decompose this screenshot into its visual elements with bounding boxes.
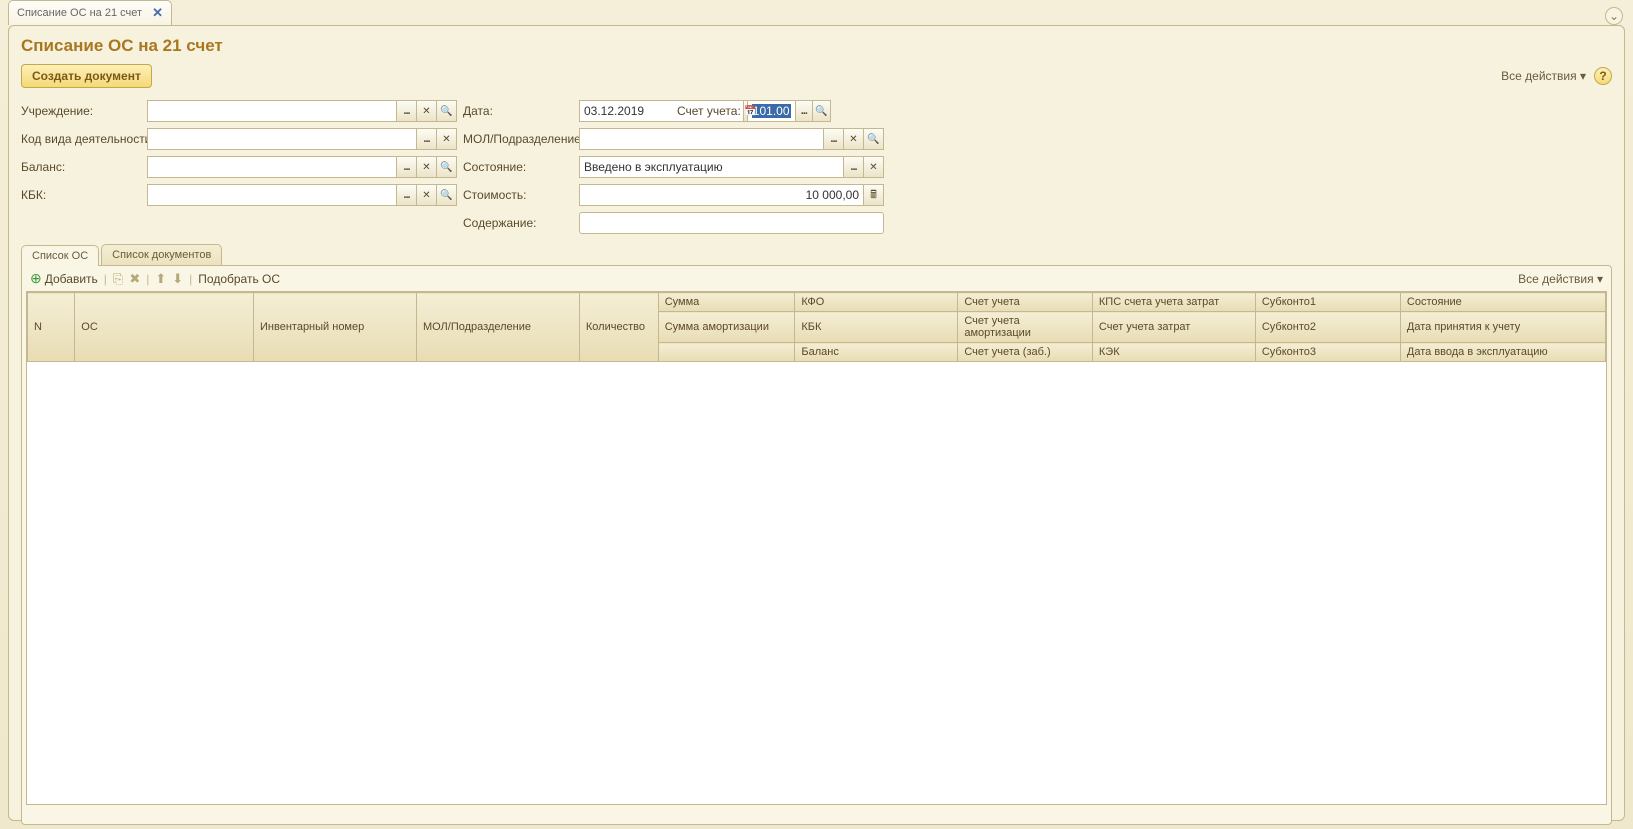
search-icon[interactable] xyxy=(437,100,457,122)
os-grid-table[interactable]: N ОС Инвентарный номер МОЛ/Подразделение… xyxy=(27,292,1606,362)
search-icon[interactable] xyxy=(437,156,457,178)
label-kbk: КБК: xyxy=(21,188,141,202)
col-account[interactable]: Счет учета xyxy=(958,293,1093,312)
chevron-down-icon: ▾ xyxy=(1580,69,1586,83)
grid-all-actions-menu[interactable]: Все действия ▾ xyxy=(1518,272,1603,286)
cost-input[interactable] xyxy=(579,184,864,206)
label-activity: Код вида деятельности: xyxy=(21,132,141,146)
col-date-exploit[interactable]: Дата ввода в эксплуатацию xyxy=(1400,343,1605,362)
mol-field[interactable] xyxy=(579,128,884,150)
all-actions-menu[interactable]: Все действия ▾ xyxy=(1501,69,1586,83)
col-n[interactable]: N xyxy=(28,293,75,362)
move-down-button[interactable]: ⬇ xyxy=(172,271,183,287)
state-field[interactable] xyxy=(579,156,884,178)
clear-icon[interactable] xyxy=(417,184,437,206)
ellipsis-icon[interactable] xyxy=(796,100,814,122)
col-kek[interactable]: КЭК xyxy=(1092,343,1255,362)
delete-button[interactable]: ✖ xyxy=(129,271,140,287)
calculator-icon[interactable] xyxy=(864,184,884,206)
help-button[interactable]: ? xyxy=(1594,67,1612,85)
move-up-button[interactable]: ⬆ xyxy=(155,271,166,287)
label-mol: МОЛ/Подразделение: xyxy=(463,132,573,146)
date-field[interactable] xyxy=(579,100,671,122)
col-account-zab[interactable]: Счет учета (заб.) xyxy=(958,343,1093,362)
window-tab[interactable]: Списание ОС на 21 счет ✕ xyxy=(8,0,172,25)
label-balance: Баланс: xyxy=(21,160,141,174)
ellipsis-icon[interactable] xyxy=(397,100,417,122)
col-sum[interactable]: Сумма xyxy=(658,293,795,312)
ellipsis-icon[interactable] xyxy=(397,184,417,206)
col-account-amort[interactable]: Счет учета амортизации xyxy=(958,312,1093,343)
col-sum-amort[interactable]: Сумма амортизации xyxy=(658,312,795,343)
clear-icon[interactable] xyxy=(844,128,864,150)
label-account: Счет учета: xyxy=(677,104,741,118)
col-qty[interactable]: Количество xyxy=(579,293,658,362)
tab-doc-list[interactable]: Список документов xyxy=(101,244,222,265)
plus-icon: ⊕ xyxy=(30,270,42,287)
close-icon[interactable]: ✕ xyxy=(152,5,163,21)
ellipsis-icon[interactable] xyxy=(417,128,437,150)
col-date-accept[interactable]: Дата принятия к учету xyxy=(1400,312,1605,343)
page-panel: Списание ОС на 21 счет Создать документ … xyxy=(8,25,1625,821)
tab-title: Списание ОС на 21 счет xyxy=(17,7,142,19)
content-input[interactable] xyxy=(579,212,884,234)
search-icon[interactable] xyxy=(864,128,884,150)
clear-icon[interactable] xyxy=(417,156,437,178)
ellipsis-icon[interactable] xyxy=(397,156,417,178)
ellipsis-icon[interactable] xyxy=(844,156,864,178)
label-cost: Стоимость: xyxy=(463,188,573,202)
col-os[interactable]: ОС xyxy=(75,293,254,362)
col-kps[interactable]: КПС счета учета затрат xyxy=(1092,293,1255,312)
label-content: Содержание: xyxy=(463,216,573,230)
search-icon[interactable] xyxy=(813,100,831,122)
col-sub1[interactable]: Субконто1 xyxy=(1255,293,1400,312)
kbk-input[interactable] xyxy=(147,184,397,206)
chevron-down-icon: ▾ xyxy=(1597,272,1603,286)
col-account-cost[interactable]: Счет учета затрат xyxy=(1092,312,1255,343)
clear-icon[interactable] xyxy=(864,156,884,178)
org-input[interactable] xyxy=(147,100,397,122)
clear-icon[interactable] xyxy=(437,128,457,150)
search-icon[interactable] xyxy=(437,184,457,206)
col-kfo[interactable]: КФО xyxy=(795,293,958,312)
create-document-button[interactable]: Создать документ xyxy=(21,64,152,88)
col-sub3[interactable]: Субконто3 xyxy=(1255,343,1400,362)
grid-panel: ⊕ Добавить | ⎘ ✖ | ⬆ ⬇ | Подобрать ОС Вс… xyxy=(21,265,1612,825)
clear-icon[interactable] xyxy=(417,100,437,122)
org-field[interactable] xyxy=(147,100,457,122)
col-inv[interactable]: Инвентарный номер xyxy=(254,293,417,362)
mol-input[interactable] xyxy=(579,128,824,150)
add-button[interactable]: ⊕ Добавить xyxy=(30,270,98,287)
activity-field[interactable] xyxy=(147,128,457,150)
ellipsis-icon[interactable] xyxy=(824,128,844,150)
activity-input[interactable] xyxy=(147,128,417,150)
col-empty xyxy=(658,343,795,362)
label-org: Учреждение: xyxy=(21,104,141,118)
content-field[interactable] xyxy=(579,212,884,234)
copy-button[interactable]: ⎘ xyxy=(113,271,123,287)
balance-field[interactable] xyxy=(147,156,457,178)
account-field[interactable]: 101.00 xyxy=(747,100,831,122)
col-balance[interactable]: Баланс xyxy=(795,343,958,362)
chevron-down-icon[interactable]: ⌄ xyxy=(1605,7,1623,25)
kbk-field[interactable] xyxy=(147,184,457,206)
label-date: Дата: xyxy=(463,104,573,118)
label-state: Состояние: xyxy=(463,160,573,174)
tab-os-list[interactable]: Список ОС xyxy=(21,245,99,266)
col-state[interactable]: Состояние xyxy=(1400,293,1605,312)
page-title: Списание ОС на 21 счет xyxy=(21,36,1612,56)
select-os-button[interactable]: Подобрать ОС xyxy=(198,272,280,286)
col-mol[interactable]: МОЛ/Подразделение xyxy=(416,293,579,362)
balance-input[interactable] xyxy=(147,156,397,178)
col-sub2[interactable]: Субконто2 xyxy=(1255,312,1400,343)
state-input[interactable] xyxy=(579,156,844,178)
cost-field[interactable] xyxy=(579,184,884,206)
col-kbk[interactable]: КБК xyxy=(795,312,958,343)
